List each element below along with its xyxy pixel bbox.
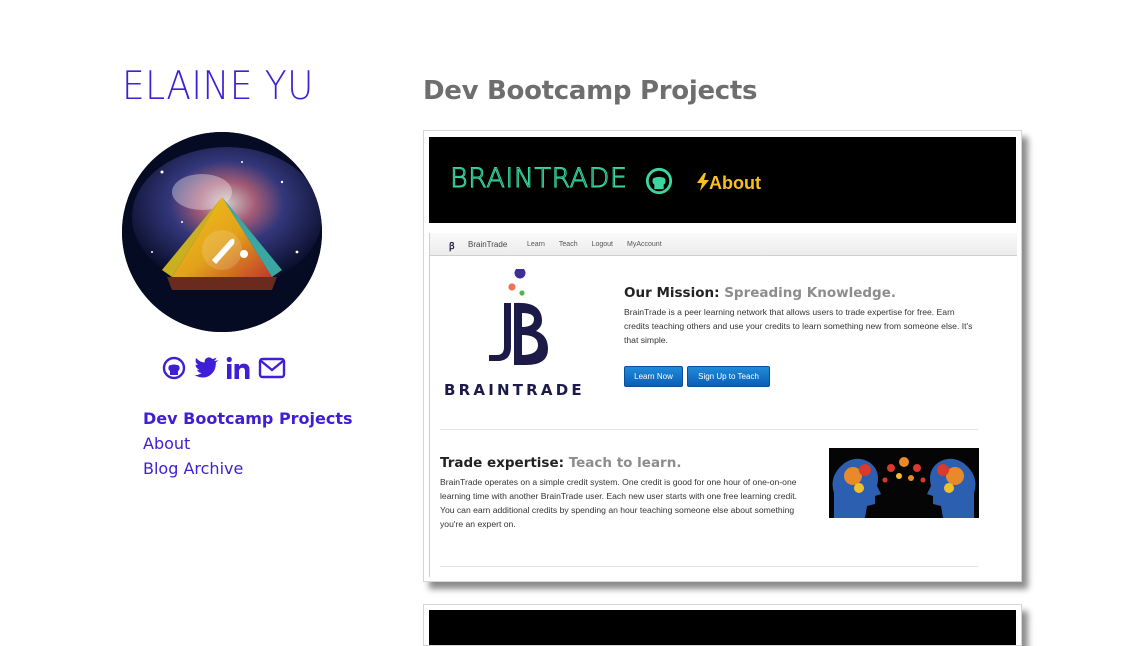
page-title: Dev Bootcamp Projects	[423, 76, 758, 106]
trade-heading-accent: Teach to learn.	[568, 455, 682, 471]
braintrade-mini-logo-icon: ꞵ	[449, 241, 455, 251]
avatar	[122, 132, 322, 332]
screenshot-nav-logout: Logout	[591, 241, 614, 248]
nav-item-blog-archive[interactable]: Blog Archive	[143, 456, 353, 481]
project-card-next	[423, 604, 1022, 646]
lightning-icon	[697, 173, 709, 191]
project-about-link[interactable]: About	[697, 173, 761, 194]
braintrade-logo-icon	[489, 269, 548, 365]
trade-heading: Trade expertise: Teach to learn.	[440, 455, 681, 471]
github-icon[interactable]	[645, 167, 673, 195]
social-links	[162, 356, 286, 382]
learn-now-button: Learn Now	[624, 366, 683, 387]
project-banner: BRAINTRADE About	[429, 137, 1016, 223]
project-screenshot: ꞵ BrainTrade Learn Teach Logout MyAccoun…	[429, 233, 1017, 577]
sign-up-to-teach-button: Sign Up to Teach	[687, 366, 770, 387]
twitter-icon[interactable]	[194, 356, 220, 382]
github-icon[interactable]	[162, 356, 188, 382]
project-banner-title: BRAINTRADE	[449, 163, 628, 195]
nav-item-about[interactable]: About	[143, 431, 353, 456]
braintrade-logo-wordmark: BRAINTRADE	[444, 381, 585, 399]
mission-heading-accent: Spreading Knowledge.	[724, 285, 896, 301]
screenshot-nav-learn: Learn	[527, 241, 545, 248]
trade-heading-label: Trade expertise:	[440, 455, 565, 471]
divider	[440, 429, 978, 430]
sidebar-nav: Dev Bootcamp Projects About Blog Archive	[143, 406, 353, 481]
mission-heading-label: Our Mission:	[624, 285, 720, 301]
mission-heading: Our Mission: Spreading Knowledge.	[624, 285, 896, 301]
brains-gears-image	[829, 448, 979, 518]
trade-text: BrainTrade operates on a simple credit s…	[440, 477, 797, 529]
project-banner	[429, 610, 1016, 645]
nav-item-dev-bootcamp-projects[interactable]: Dev Bootcamp Projects	[143, 406, 353, 431]
galaxy-rocket-pyramid-image	[122, 132, 322, 332]
project-about-label: About	[709, 173, 761, 193]
screenshot-nav-myaccount: MyAccount	[627, 241, 662, 248]
screenshot-navbar: ꞵ BrainTrade Learn Teach Logout MyAccoun…	[430, 233, 1017, 256]
screenshot-nav-brand: BrainTrade	[468, 240, 508, 249]
mission-text: BrainTrade is a peer learning network th…	[624, 307, 973, 345]
site-title[interactable]: ELAINE YU	[122, 64, 314, 109]
divider	[440, 566, 978, 567]
project-card-braintrade: BRAINTRADE About ꞵ BrainTrade Learn Teac…	[423, 130, 1022, 582]
envelope-icon[interactable]	[258, 356, 286, 382]
linkedin-icon[interactable]	[226, 356, 252, 382]
screenshot-nav-teach: Teach	[558, 241, 578, 248]
